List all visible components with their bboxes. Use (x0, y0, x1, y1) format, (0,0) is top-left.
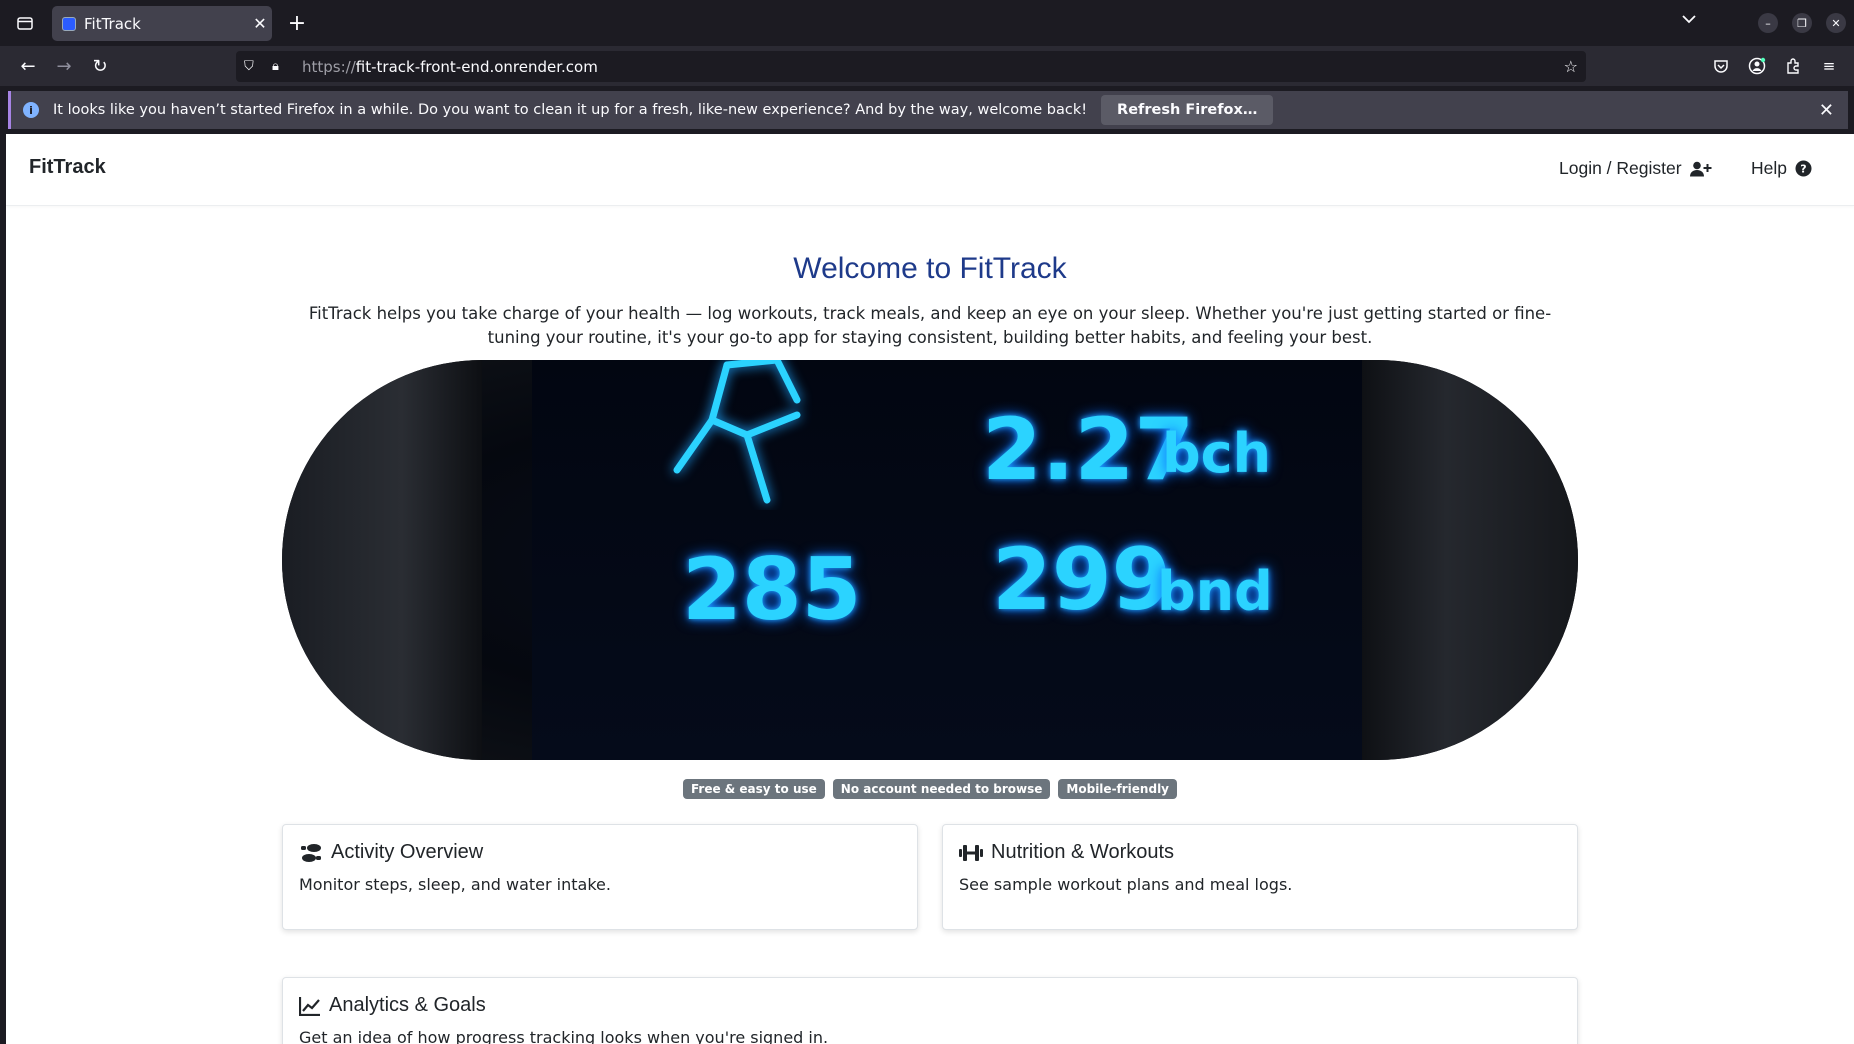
brand-logo[interactable]: FitTrack (29, 156, 106, 179)
login-register-link[interactable]: Login / Register (1559, 158, 1712, 179)
dumbbell-icon (959, 844, 983, 861)
url-bar[interactable]: ⛉ 🔒︎ https://fit-track-front-end.onrende… (236, 51, 1586, 82)
badge-no-account: No account needed to browse (832, 779, 1051, 799)
feature-badges: Free & easy to use No account needed to … (6, 779, 1854, 799)
bookmark-star-icon[interactable]: ☆ (1564, 57, 1578, 76)
readout-unit-1: bch (1162, 422, 1272, 485)
account-icon[interactable] (1746, 55, 1768, 77)
svg-text:?: ? (1800, 163, 1806, 176)
readout-unit-2: bnd (1157, 560, 1273, 623)
tab-list-icon[interactable] (12, 12, 38, 34)
card-analytics-goals[interactable]: Analytics & Goals Get an idea of how pro… (282, 977, 1578, 1044)
page-viewport: FitTrack Login / Register Help ? Welcome… (6, 134, 1854, 1044)
card-title: Analytics & Goals (329, 994, 486, 1016)
login-register-label: Login / Register (1559, 158, 1682, 178)
site-navbar: FitTrack Login / Register Help ? (6, 134, 1854, 206)
restore-icon[interactable]: ❐ (1792, 13, 1812, 33)
close-tab-icon[interactable]: ✕ (248, 14, 272, 33)
badge-mobile: Mobile-friendly (1058, 779, 1178, 799)
back-arrow-icon[interactable]: ← (16, 54, 40, 78)
card-activity-overview[interactable]: Activity Overview Monitor steps, sleep, … (282, 824, 918, 930)
card-nutrition-workouts[interactable]: Nutrition & Workouts See sample workout … (942, 824, 1578, 930)
watch-band-left (282, 360, 482, 760)
extensions-icon[interactable] (1782, 55, 1804, 77)
forward-arrow-icon[interactable]: → (52, 54, 76, 78)
hamburger-menu-icon[interactable]: ≡ (1818, 55, 1840, 77)
lock-icon[interactable]: 🔒︎ (272, 59, 288, 74)
help-link[interactable]: Help ? (1751, 158, 1812, 179)
runner-icon (673, 360, 801, 504)
url-protocol: https:// (302, 57, 356, 76)
hero-title: Welcome to FitTrack (793, 252, 1067, 285)
pocket-icon[interactable] (1710, 55, 1732, 77)
fittrack-favicon-icon (62, 16, 76, 31)
question-circle-icon: ? (1795, 160, 1812, 177)
close-notification-icon[interactable]: ✕ (1819, 100, 1834, 121)
card-text: See sample workout plans and meal logs. (959, 875, 1293, 894)
firefox-notification-bar: i It looks like you haven’t started Fire… (8, 91, 1848, 129)
url-host: fit-track-front-end.onrender.com (355, 57, 598, 76)
window-close-icon[interactable]: ✕ (1826, 13, 1846, 33)
url-text[interactable]: https://fit-track-front-end.onrender.com (302, 58, 598, 76)
fitness-tracker-hero-image: 2.27 bch 285 299 bnd (282, 360, 1578, 760)
help-label: Help (1751, 158, 1787, 178)
browser-tab-bar: FitTrack ✕ + – ❐ ✕ (0, 0, 1854, 46)
chart-line-icon (299, 996, 320, 1016)
readout-value-3: 299 (992, 530, 1172, 630)
card-title: Activity Overview (331, 841, 484, 863)
card-title: Nutrition & Workouts (991, 841, 1175, 863)
refresh-firefox-button[interactable]: Refresh Firefox… (1101, 95, 1274, 125)
readout-value-2: 285 (682, 540, 862, 640)
badge-free: Free & easy to use (682, 779, 825, 799)
browser-nav-bar: ← → ↻ ⛉ 🔒︎ https://fit-track-front-end.o… (0, 46, 1854, 86)
reload-icon[interactable]: ↻ (88, 54, 112, 78)
shoe-prints-icon (301, 843, 321, 862)
chevron-down-icon[interactable] (1682, 12, 1696, 28)
notification-message: It looks like you haven’t started Firefo… (53, 102, 1088, 118)
new-tab-icon[interactable]: + (284, 10, 310, 36)
minimize-icon[interactable]: – (1758, 13, 1778, 33)
user-plus-icon (1689, 161, 1712, 176)
watch-band-right (1358, 360, 1578, 760)
browser-tab[interactable]: FitTrack ✕ (52, 6, 272, 41)
info-icon: i (23, 102, 39, 118)
card-text: Get an idea of how progress tracking loo… (299, 1028, 829, 1044)
tracking-shield-icon[interactable]: ⛉ (244, 59, 260, 74)
card-text: Monitor steps, sleep, and water intake. (299, 875, 611, 894)
hero-description: FitTrack helps you take charge of your h… (308, 304, 1552, 347)
tab-title: FitTrack (84, 14, 141, 33)
